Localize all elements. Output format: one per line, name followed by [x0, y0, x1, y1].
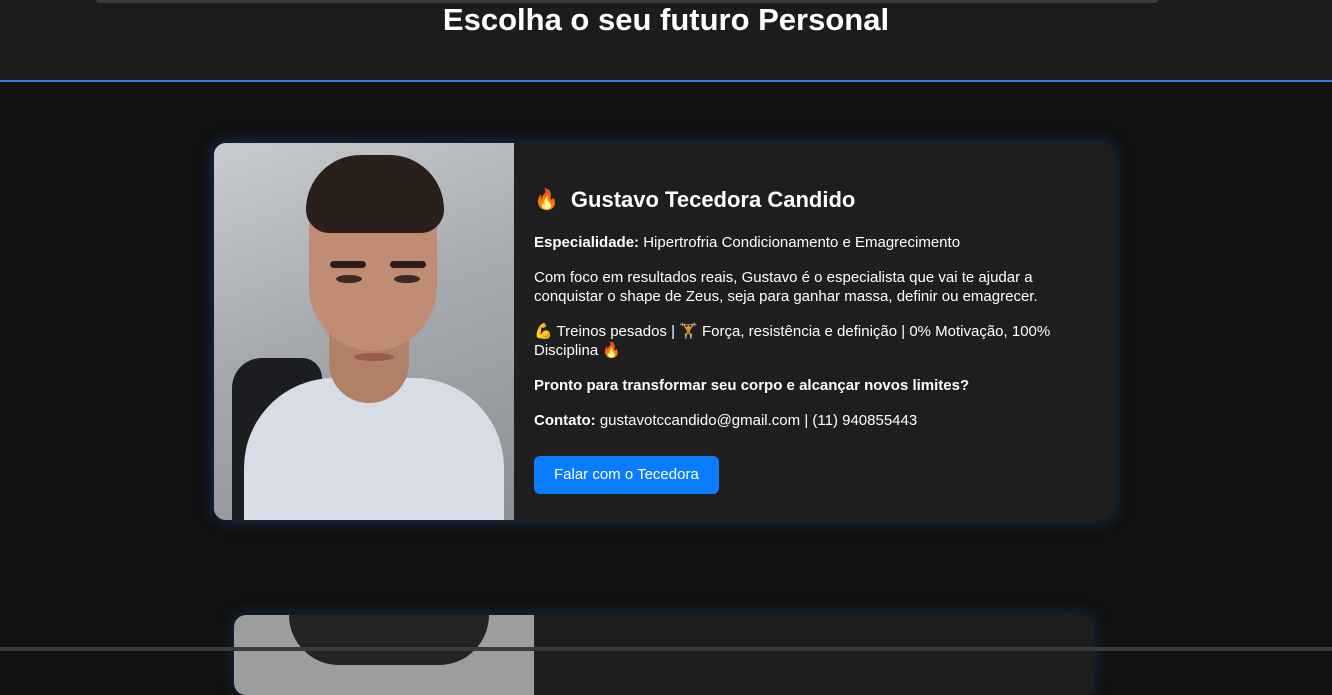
- trainer-description: Com foco em resultados reais, Gustavo é …: [534, 269, 1038, 305]
- fire-icon: 🔥: [534, 189, 559, 211]
- trainer-highlights: 💪 Treinos pesados | 🏋 Força, resistência…: [534, 323, 1051, 359]
- trainer-card: 🔥 Gustavo Tecedora Candido Especialidade…: [214, 143, 1114, 520]
- trainer-photo: [214, 143, 514, 520]
- contact-value: gustavotccandido@gmail.com | (11) 940855…: [595, 412, 918, 429]
- trainer-contact: Contato: gustavotccandido@gmail.com | (1…: [534, 411, 1094, 430]
- contact-label: Contato:: [534, 412, 596, 429]
- bottom-scrollbar[interactable]: [0, 647, 1332, 651]
- specialty-value: Hipertrofria Condicionamento e Emagrecim…: [639, 234, 961, 251]
- trainer-name-heading: 🔥 Gustavo Tecedora Candido: [534, 185, 1094, 215]
- next-trainer-card: [234, 615, 1094, 695]
- trainer-call-to-action-text: Pronto para transformar seu corpo e alca…: [534, 377, 970, 394]
- trainer-info: 🔥 Gustavo Tecedora Candido Especialidade…: [534, 185, 1094, 494]
- contact-trainer-button[interactable]: Falar com o Tecedora: [534, 456, 719, 494]
- next-trainer-photo: [234, 615, 534, 695]
- trainer-name: Gustavo Tecedora Candido: [570, 187, 856, 212]
- specialty-label: Especialidade:: [534, 234, 640, 251]
- page-header: Escolha o seu futuro Personal: [0, 0, 1332, 82]
- trainer-specialty: Especialidade: Hipertrofria Condicioname…: [534, 233, 1094, 252]
- page-title: Escolha o seu futuro Personal: [442, 2, 890, 37]
